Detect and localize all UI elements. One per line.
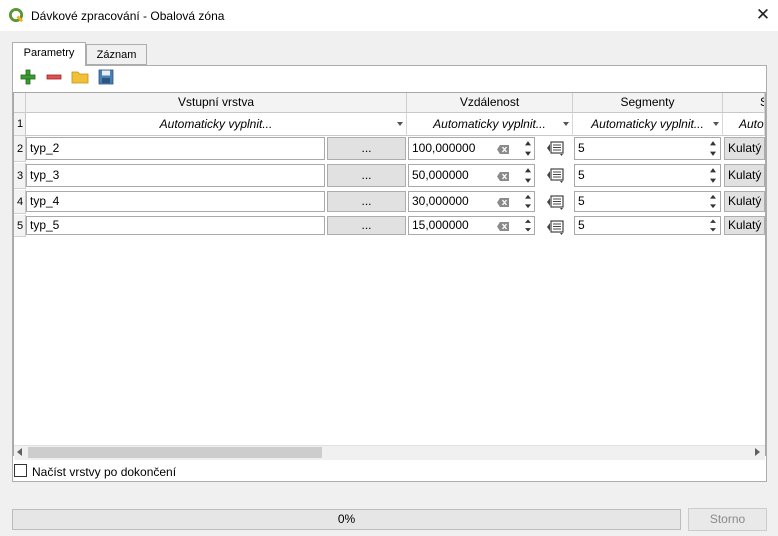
autofill-distance[interactable]: Automaticky vyplnit... xyxy=(407,113,573,136)
distance-field[interactable]: 100,000000 xyxy=(408,137,535,160)
clear-icon[interactable] xyxy=(497,145,509,154)
remove-row-icon[interactable] xyxy=(45,68,63,86)
browse-button[interactable]: ... xyxy=(327,216,406,235)
distance-field[interactable]: 15,000000 xyxy=(408,216,535,235)
autofill-style[interactable]: Auto xyxy=(723,113,765,136)
segments-spinner[interactable] xyxy=(706,191,720,212)
corner-header xyxy=(14,93,26,113)
add-row-icon[interactable] xyxy=(19,68,37,86)
clear-icon[interactable] xyxy=(497,222,509,231)
window-title: Dávkové zpracování - Obalová zóna xyxy=(31,9,225,23)
autofill-label: Auto xyxy=(739,117,764,131)
distance-field[interactable]: 30,000000 xyxy=(408,191,535,212)
input-layer-field[interactable]: typ_4 xyxy=(26,191,325,212)
distance-spinner[interactable] xyxy=(521,137,535,160)
load-layers-label: Načíst vrstvy po dokončení xyxy=(32,465,177,479)
row-number: 2 xyxy=(14,136,26,162)
segments-value: 5 xyxy=(578,218,585,232)
save-icon[interactable] xyxy=(97,68,115,86)
row-number: 1 xyxy=(14,113,26,136)
distance-spinner[interactable] xyxy=(521,216,535,235)
distance-value: 15,000000 xyxy=(412,218,469,232)
tab-zaznam[interactable]: Záznam xyxy=(86,44,147,65)
data-defined-override-icon[interactable] xyxy=(545,139,567,157)
browse-button[interactable]: ... xyxy=(327,137,406,160)
segments-spinner[interactable] xyxy=(706,137,720,160)
open-folder-icon[interactable] xyxy=(71,68,89,86)
segments-field[interactable]: 5 xyxy=(574,191,721,212)
tab-parametry[interactable]: Parametry xyxy=(12,42,86,66)
scrollbar-thumb[interactable] xyxy=(28,447,322,458)
row-number: 3 xyxy=(14,163,26,189)
autofill-segments[interactable]: Automaticky vyplnit... xyxy=(573,113,723,136)
distance-spinner[interactable] xyxy=(521,191,535,212)
column-header-segments[interactable]: Segmenty xyxy=(573,93,723,113)
data-defined-override-icon[interactable] xyxy=(545,193,567,211)
segments-value: 5 xyxy=(578,141,585,155)
input-layer-field[interactable]: typ_5 xyxy=(26,216,325,235)
end-cap-style-combo[interactable]: Kulatý xyxy=(724,137,765,160)
row-number: 4 xyxy=(14,190,26,214)
distance-value: 30,000000 xyxy=(412,194,469,208)
chevron-down-icon xyxy=(563,122,569,126)
end-cap-style-combo[interactable]: Kulatý xyxy=(724,191,765,212)
segments-spinner[interactable] xyxy=(706,164,720,187)
end-cap-style-combo[interactable]: Kulatý xyxy=(724,164,765,187)
scroll-left-icon[interactable] xyxy=(17,448,22,456)
autofill-input-layer[interactable]: Automaticky vyplnit... xyxy=(26,113,407,136)
chevron-down-icon xyxy=(397,122,403,126)
segments-field[interactable]: 5 xyxy=(574,216,721,235)
progress-bar: 0% xyxy=(12,509,681,530)
distance-spinner[interactable] xyxy=(521,164,535,187)
segments-field[interactable]: 5 xyxy=(574,137,721,160)
distance-field[interactable]: 50,000000 xyxy=(408,164,535,187)
browse-button[interactable]: ... xyxy=(327,164,406,187)
segments-value: 5 xyxy=(578,168,585,182)
close-icon[interactable]: ✕ xyxy=(752,5,774,27)
progress-text: 0% xyxy=(337,512,356,526)
segments-value: 5 xyxy=(578,194,585,208)
autofill-label: Automaticky vyplnit... xyxy=(159,117,273,131)
browse-button[interactable]: ... xyxy=(327,191,406,212)
clear-icon[interactable] xyxy=(497,198,509,207)
autofill-label: Automaticky vyplnit... xyxy=(591,117,704,131)
column-header-style[interactable]: S xyxy=(723,93,765,113)
data-defined-override-icon[interactable] xyxy=(545,166,567,184)
qgis-logo-icon xyxy=(9,8,24,23)
input-layer-field[interactable]: typ_2 xyxy=(26,137,325,160)
column-header-input-layer[interactable]: Vstupní vrstva xyxy=(26,93,407,113)
clear-icon[interactable] xyxy=(497,172,509,181)
row-number: 5 xyxy=(14,215,26,237)
data-defined-override-icon[interactable] xyxy=(545,218,567,236)
cancel-button[interactable]: Storno xyxy=(688,508,767,531)
end-cap-style-combo[interactable]: Kulatý xyxy=(724,216,765,235)
column-header-distance[interactable]: Vzdálenost xyxy=(407,93,573,113)
segments-spinner[interactable] xyxy=(706,216,720,235)
chevron-down-icon xyxy=(713,122,719,126)
distance-value: 50,000000 xyxy=(412,168,469,182)
input-layer-field[interactable]: typ_3 xyxy=(26,164,325,187)
scroll-right-icon[interactable] xyxy=(755,448,760,456)
autofill-label: Automaticky vyplnit... xyxy=(433,117,546,131)
load-layers-checkbox[interactable] xyxy=(14,464,27,477)
distance-value: 100,000000 xyxy=(412,141,476,155)
segments-field[interactable]: 5 xyxy=(574,164,721,187)
